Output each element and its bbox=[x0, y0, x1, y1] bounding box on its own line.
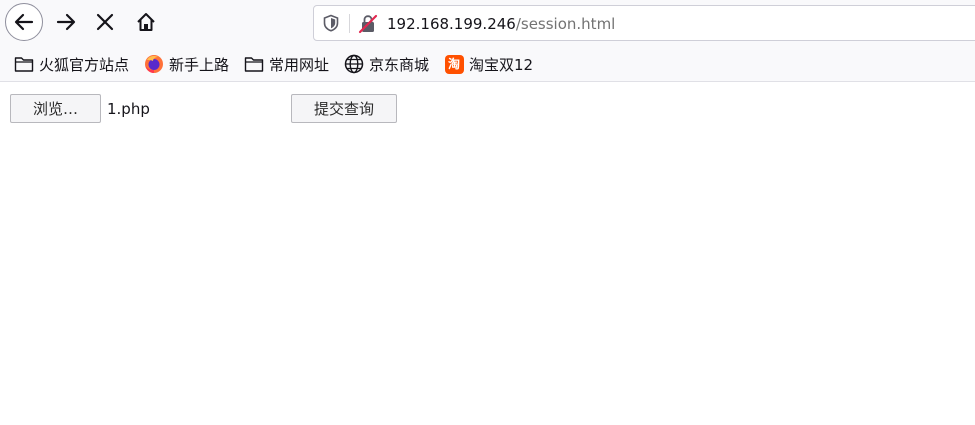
bookmark-label: 新手上路 bbox=[169, 55, 230, 74]
home-icon bbox=[137, 13, 155, 31]
back-button[interactable] bbox=[5, 3, 43, 41]
home-button[interactable] bbox=[127, 3, 165, 41]
firefox-icon bbox=[144, 54, 164, 74]
bookmark-label: 京东商城 bbox=[369, 55, 430, 74]
close-icon bbox=[96, 13, 114, 31]
bookmark-taobao[interactable]: 淘 淘宝双12 bbox=[444, 52, 533, 76]
folder-icon bbox=[244, 54, 264, 74]
arrow-right-icon bbox=[56, 13, 76, 31]
selected-file-name: 1.php bbox=[107, 100, 150, 118]
forward-button[interactable] bbox=[47, 3, 85, 41]
url-bar[interactable]: 192.168.199.246/session.html bbox=[313, 5, 975, 41]
bookmark-jd[interactable]: 京东商城 bbox=[344, 52, 429, 76]
folder-icon bbox=[14, 54, 34, 74]
insecure-connection-icon[interactable] bbox=[358, 14, 378, 38]
bookmarks-toolbar: 火狐官方站点 新手上路 常用网址 京东商城 淘 淘宝双12 bbox=[0, 50, 975, 78]
url-path: /session.html bbox=[515, 15, 616, 33]
stop-button[interactable] bbox=[86, 3, 124, 41]
bookmark-label: 火狐官方站点 bbox=[39, 55, 130, 74]
bookmark-common-sites[interactable]: 常用网址 bbox=[244, 52, 329, 76]
browser-chrome: 192.168.199.246/session.html 火狐官方站点 新手上路… bbox=[0, 0, 975, 82]
bookmark-label: 常用网址 bbox=[269, 55, 330, 74]
arrow-left-icon bbox=[14, 13, 34, 31]
taobao-icon-wrap: 淘 bbox=[444, 54, 464, 74]
url-text[interactable]: 192.168.199.246/session.html bbox=[387, 15, 615, 33]
submit-button[interactable]: 提交查询 bbox=[291, 94, 397, 123]
tracking-protection-shield-icon[interactable] bbox=[322, 14, 340, 36]
bookmark-label: 淘宝双12 bbox=[469, 55, 534, 74]
file-browse-button[interactable]: 浏览… bbox=[10, 94, 101, 123]
url-separator bbox=[349, 14, 350, 33]
globe-icon bbox=[344, 54, 364, 74]
bookmark-firefox-official[interactable]: 火狐官方站点 bbox=[14, 52, 129, 76]
taobao-icon: 淘 bbox=[444, 54, 464, 74]
page-content: 浏览… 1.php 提交查询 bbox=[0, 82, 975, 425]
url-host: 192.168.199.246 bbox=[387, 15, 516, 33]
bookmark-getting-started[interactable]: 新手上路 bbox=[144, 52, 229, 76]
